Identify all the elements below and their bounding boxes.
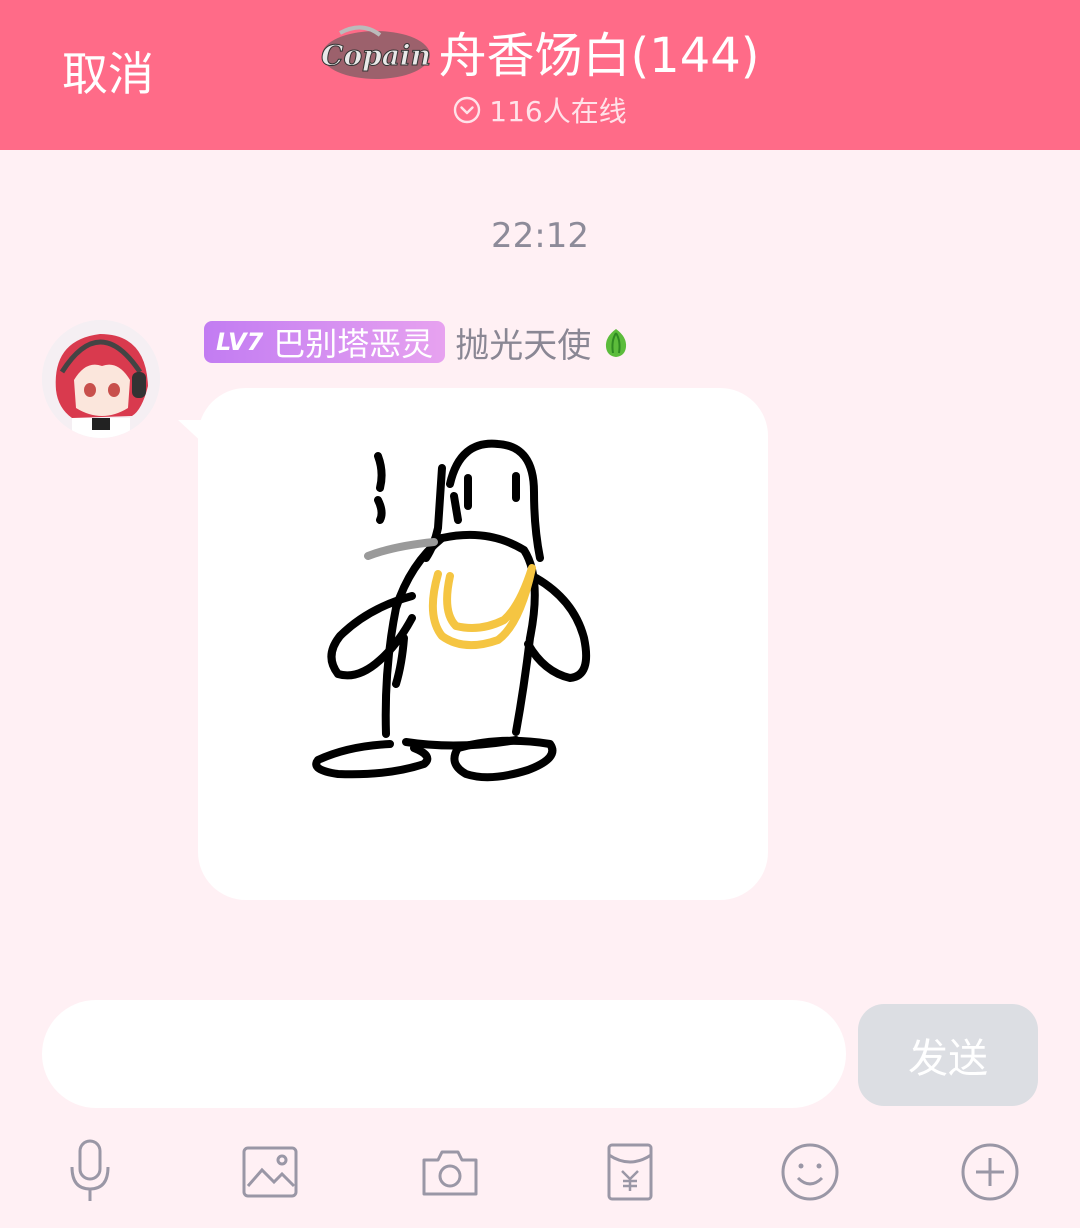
level-label: LV7 (216, 328, 264, 356)
online-status[interactable]: 116人在线 (0, 90, 1080, 130)
message-timestamp: 22:12 (491, 216, 589, 256)
penguin-drawing-image[interactable] (198, 388, 768, 900)
message-bubble[interactable] (198, 388, 768, 900)
send-button[interactable]: 发送 (858, 1004, 1038, 1106)
chevron-down-circle-icon (454, 96, 481, 124)
sender-name[interactable]: 抛光天使 (455, 318, 591, 367)
more-button[interactable] (950, 1130, 1030, 1214)
chat-header: 取消 Copain 舟香饧白(144) 116人在线 (0, 0, 1080, 150)
composer: 发送 (0, 930, 1080, 1228)
message-input[interactable] (42, 1000, 846, 1108)
camera-button[interactable] (410, 1130, 490, 1214)
online-count: 116人在线 (489, 95, 627, 128)
emoji-button[interactable] (770, 1130, 850, 1214)
composer-toolbar (0, 1130, 1080, 1214)
image-button[interactable] (230, 1130, 310, 1214)
avatar-image (42, 320, 160, 438)
level-badge: LV7 巴别塔恶灵 (204, 321, 446, 363)
logo-text: Copain (322, 39, 432, 72)
title-area: Copain 舟香饧白(144) (0, 22, 1080, 91)
title-row: Copain 舟香饧白(144) (320, 22, 760, 90)
sprout-icon (606, 329, 627, 357)
image-icon (242, 1146, 298, 1198)
copain-logo-icon: Copain (321, 25, 432, 79)
microphone-icon (70, 1139, 110, 1201)
red-envelope-icon (607, 1143, 653, 1201)
title-badge-label: 巴别塔恶灵 (273, 325, 434, 363)
sender-info: LV7 巴别塔恶灵 抛光天使 (204, 318, 631, 367)
group-title: 舟香饧白(144) (438, 28, 760, 84)
plus-icon (961, 1143, 1019, 1201)
avatar[interactable] (42, 320, 160, 438)
chat-messages[interactable]: 22:12 LV7 巴别塔恶灵 抛光天使 (0, 150, 1080, 930)
emoji-icon (781, 1143, 839, 1201)
voice-button[interactable] (50, 1130, 130, 1214)
camera-icon (422, 1150, 478, 1196)
red-envelope-button[interactable] (590, 1130, 670, 1214)
